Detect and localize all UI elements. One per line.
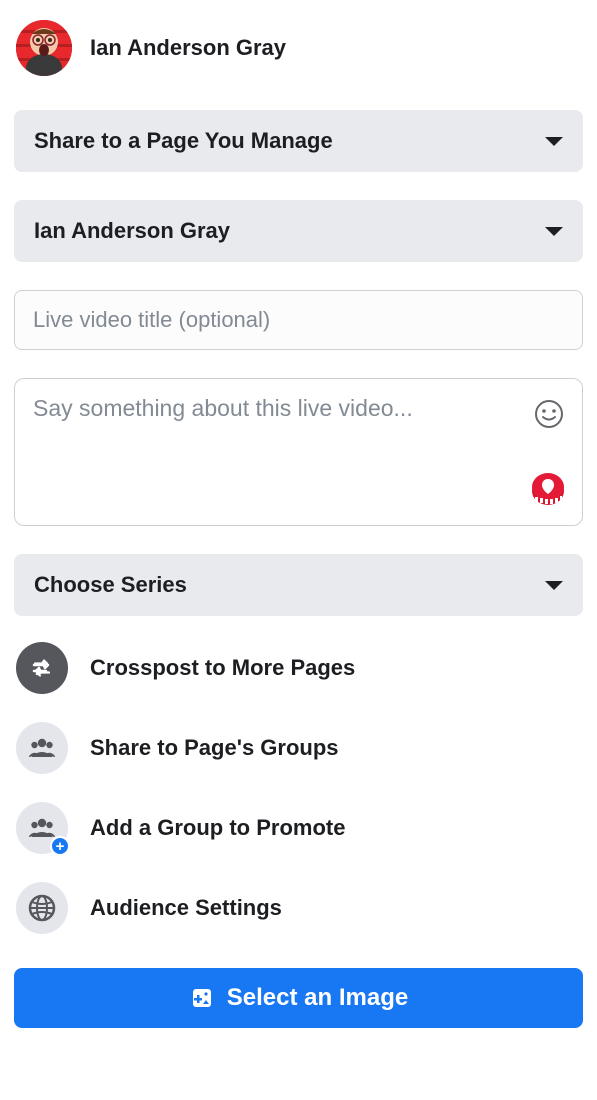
series-dropdown[interactable]: Choose Series bbox=[14, 554, 583, 616]
crosspost-label: Crosspost to More Pages bbox=[90, 655, 355, 681]
globe-icon bbox=[16, 882, 68, 934]
audience-settings-option[interactable]: Audience Settings bbox=[14, 868, 583, 948]
share-groups-label: Share to Page's Groups bbox=[90, 735, 339, 761]
add-group-label: Add a Group to Promote bbox=[90, 815, 345, 841]
donate-coin-icon[interactable] bbox=[530, 471, 566, 507]
chevron-down-icon bbox=[545, 227, 563, 236]
groups-icon bbox=[16, 722, 68, 774]
plus-badge-icon bbox=[50, 836, 70, 856]
avatar bbox=[16, 20, 72, 76]
page-dropdown-label: Ian Anderson Gray bbox=[34, 218, 230, 244]
image-plus-icon bbox=[189, 985, 215, 1011]
profile-header: Ian Anderson Gray bbox=[14, 14, 583, 110]
add-group-icon bbox=[16, 802, 68, 854]
add-group-option[interactable]: Add a Group to Promote bbox=[14, 788, 583, 868]
crosspost-icon bbox=[16, 642, 68, 694]
live-title-input[interactable] bbox=[14, 290, 583, 350]
select-image-button[interactable]: Select an Image bbox=[14, 968, 583, 1028]
profile-name: Ian Anderson Gray bbox=[90, 35, 286, 61]
series-dropdown-label: Choose Series bbox=[34, 572, 187, 598]
share-groups-option[interactable]: Share to Page's Groups bbox=[14, 708, 583, 788]
options-list: Crosspost to More Pages Share to Page's … bbox=[14, 628, 583, 948]
crosspost-option[interactable]: Crosspost to More Pages bbox=[14, 628, 583, 708]
chevron-down-icon bbox=[545, 581, 563, 590]
chevron-down-icon bbox=[545, 137, 563, 146]
share-target-label: Share to a Page You Manage bbox=[34, 128, 333, 154]
description-box bbox=[14, 378, 583, 526]
share-target-dropdown[interactable]: Share to a Page You Manage bbox=[14, 110, 583, 172]
page-dropdown[interactable]: Ian Anderson Gray bbox=[14, 200, 583, 262]
emoji-icon[interactable] bbox=[534, 399, 564, 429]
select-image-label: Select an Image bbox=[227, 984, 408, 1012]
description-input[interactable] bbox=[33, 395, 518, 455]
audience-label: Audience Settings bbox=[90, 895, 282, 921]
